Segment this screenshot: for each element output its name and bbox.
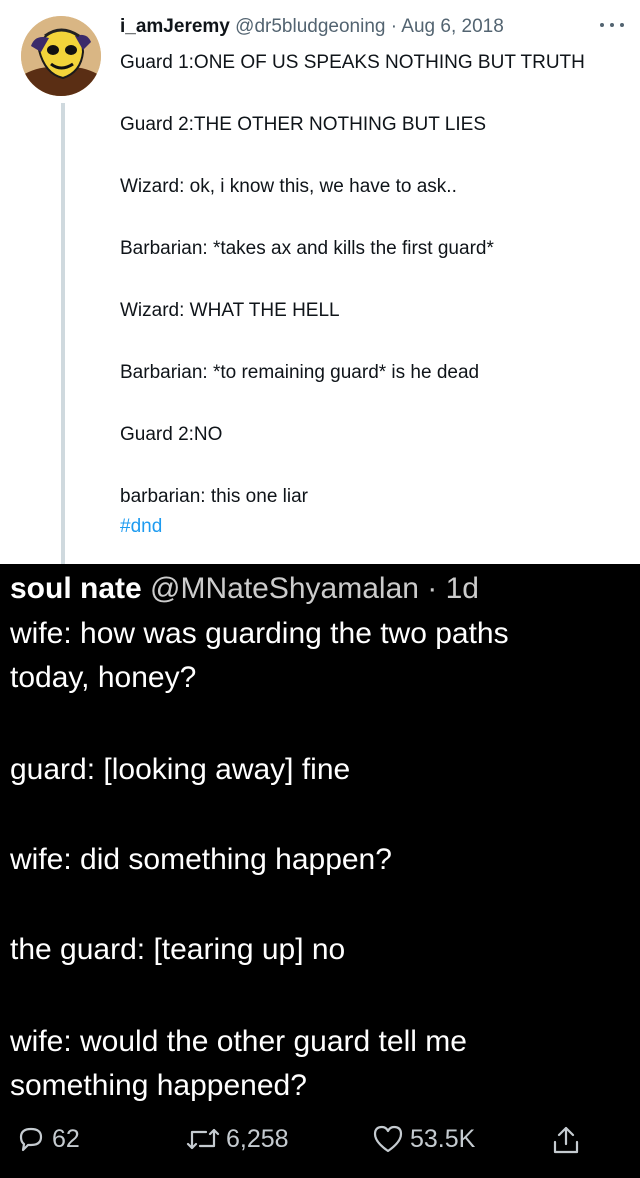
tweet-actions-bar: 62 6,258 53.5K: [0, 1112, 640, 1162]
like-button[interactable]: 53.5K: [372, 1124, 475, 1154]
handle[interactable]: @MNateShyamalan: [150, 572, 419, 605]
meta-separator: ·: [418, 572, 446, 605]
tweet-text-line: guard: [looking away] fine: [10, 753, 351, 786]
display-name[interactable]: soul nate: [10, 572, 142, 605]
thread-connector-line: [61, 103, 65, 564]
avatar[interactable]: [21, 16, 101, 96]
tweet-age[interactable]: 1d: [446, 572, 479, 605]
reply-button[interactable]: 62: [16, 1124, 80, 1154]
handle[interactable]: @dr5bludgeoning: [235, 16, 385, 37]
skeletor-avatar-image: [21, 16, 101, 96]
tweet-text-line: wife: would the other guard tell me: [10, 1025, 467, 1058]
tweet-text-line: Barbarian: *takes ax and kills the first…: [120, 238, 494, 259]
share-icon: [553, 1126, 579, 1154]
meta-separator: ·: [385, 16, 402, 37]
hashtag-link[interactable]: #dnd: [120, 516, 162, 538]
tweet-text-line: wife: did something happen?: [10, 843, 392, 876]
tweet-text-line: Wizard: ok, i know this, we have to ask.…: [120, 176, 457, 197]
like-count: 53.5K: [410, 1124, 476, 1153]
tweet-date[interactable]: Aug 6, 2018: [401, 16, 503, 37]
tweet-text-line: the guard: [tearing up] no: [10, 933, 346, 966]
tweet-header: i_amJeremy @dr5bludgeoning · Aug 6, 2018: [120, 16, 504, 38]
reply-icon: [19, 1127, 43, 1152]
tweet-text-line: Wizard: WHAT THE HELL: [120, 300, 340, 321]
retweet-button[interactable]: 6,258: [186, 1124, 289, 1154]
display-name[interactable]: i_amJeremy: [120, 16, 230, 37]
second-tweet: soul nate @MNateShyamalan · 1d wife: how…: [0, 564, 640, 1178]
retweet-count: 6,258: [226, 1124, 289, 1153]
tweet-header: soul nate @MNateShyamalan · 1d: [10, 572, 479, 606]
tweet-text-line: Guard 1:ONE OF US SPEAKS NOTHING BUT TRU…: [120, 52, 585, 73]
tweet-text-line: wife: how was guarding the two paths: [10, 617, 509, 650]
tweet-text-line: Barbarian: *to remaining guard* is he de…: [120, 362, 480, 383]
reply-count: 62: [52, 1124, 80, 1153]
tweet-text-line: Guard 2:THE OTHER NOTHING BUT LIES: [120, 114, 487, 135]
tweet-text-line: something happened?: [10, 1069, 307, 1102]
first-tweet: i_amJeremy @dr5bludgeoning · Aug 6, 2018…: [0, 0, 640, 564]
tweet-text-line: Guard 2:NO: [120, 424, 223, 445]
share-button[interactable]: [550, 1124, 588, 1156]
tweet-text-line: today, honey?: [10, 661, 197, 694]
tweet-text-line: barbarian: this one liar: [120, 486, 308, 507]
retweet-icon: [186, 1128, 220, 1150]
like-icon: [373, 1125, 403, 1153]
more-icon[interactable]: [600, 20, 624, 30]
